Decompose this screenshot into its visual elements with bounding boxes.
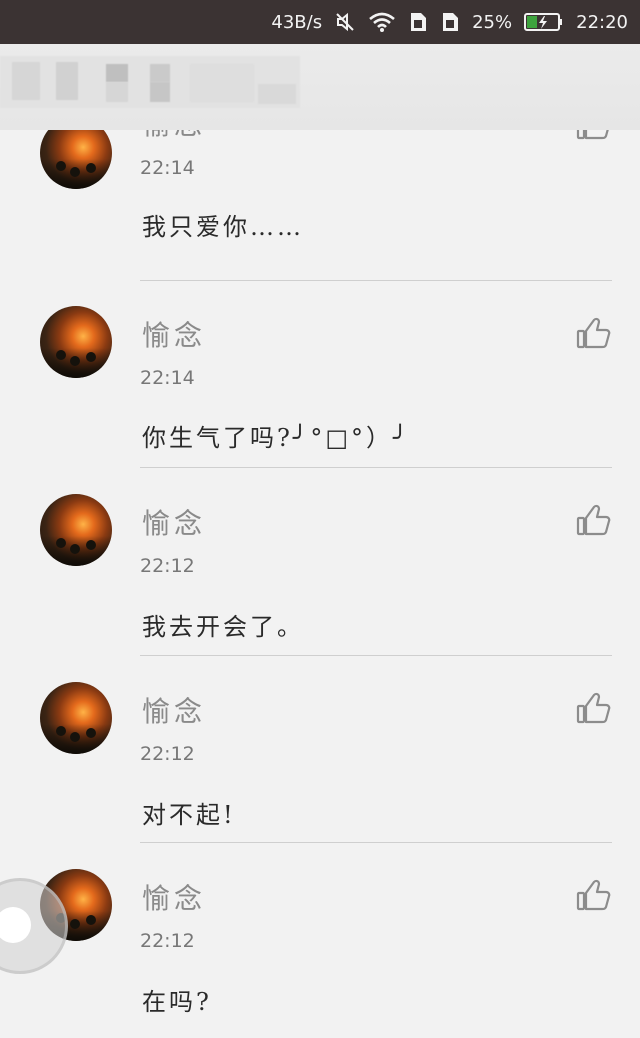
avatar[interactable] xyxy=(40,494,112,566)
wifi-icon xyxy=(368,11,396,33)
sim-card-icon xyxy=(440,11,460,33)
comment-time: 22:12 xyxy=(140,555,195,577)
comment-item: 愉念 22:12 对不起! xyxy=(0,669,640,856)
divider xyxy=(140,280,612,281)
status-bar: 43B/s 25% 22:20 xyxy=(0,0,640,44)
thumbs-up-icon[interactable] xyxy=(574,878,614,914)
avatar[interactable] xyxy=(40,306,112,378)
comment-username[interactable]: 愉念 xyxy=(142,314,206,354)
divider xyxy=(140,467,612,468)
blurred-header xyxy=(0,44,640,130)
comment-item: 愉念 22:12 我去开会了。 xyxy=(0,481,640,668)
battery-charging-icon xyxy=(524,12,564,32)
comment-text: 你生气了吗?╯°□°）╯ xyxy=(142,424,411,452)
comment-text: 在吗? xyxy=(142,988,212,1016)
thumbs-up-icon[interactable] xyxy=(574,316,614,352)
comment-text: 我只爱你…… xyxy=(142,213,304,241)
comment-time: 22:14 xyxy=(140,367,195,389)
avatar[interactable] xyxy=(40,130,112,189)
battery-percent: 25% xyxy=(472,11,513,33)
comment-username[interactable]: 愉念 xyxy=(142,130,206,143)
divider xyxy=(140,842,612,843)
avatar[interactable] xyxy=(40,682,112,754)
thumbs-up-icon[interactable] xyxy=(574,503,614,539)
comment-time: 22:12 xyxy=(140,930,195,952)
comment-item: 愉念 22:14 我只爱你…… xyxy=(0,130,640,294)
comment-username[interactable]: 愉念 xyxy=(142,877,206,917)
floating-button-dot xyxy=(0,907,31,943)
comment-item: 愉念 22:12 在吗? xyxy=(0,856,640,1038)
clock: 22:20 xyxy=(576,11,628,33)
comment-username[interactable]: 愉念 xyxy=(142,502,206,542)
comment-time: 22:14 xyxy=(140,157,195,179)
comment-item: 愉念 22:14 你生气了吗?╯°□°）╯ xyxy=(0,294,640,481)
comment-username[interactable]: 愉念 xyxy=(142,690,206,730)
divider xyxy=(140,655,612,656)
network-speed: 43B/s xyxy=(271,11,323,33)
thumbs-up-icon[interactable] xyxy=(574,691,614,727)
comment-time: 22:12 xyxy=(140,743,195,765)
comment-feed[interactable]: 愉念 22:14 我只爱你…… 愉念 22:14 你生气了吗?╯°□°）╯ xyxy=(0,130,640,1038)
mute-icon xyxy=(334,11,356,33)
thumbs-up-icon[interactable] xyxy=(574,130,614,143)
sim-card-icon xyxy=(408,11,428,33)
comment-text: 对不起! xyxy=(142,801,236,829)
comment-text: 我去开会了。 xyxy=(142,613,304,641)
